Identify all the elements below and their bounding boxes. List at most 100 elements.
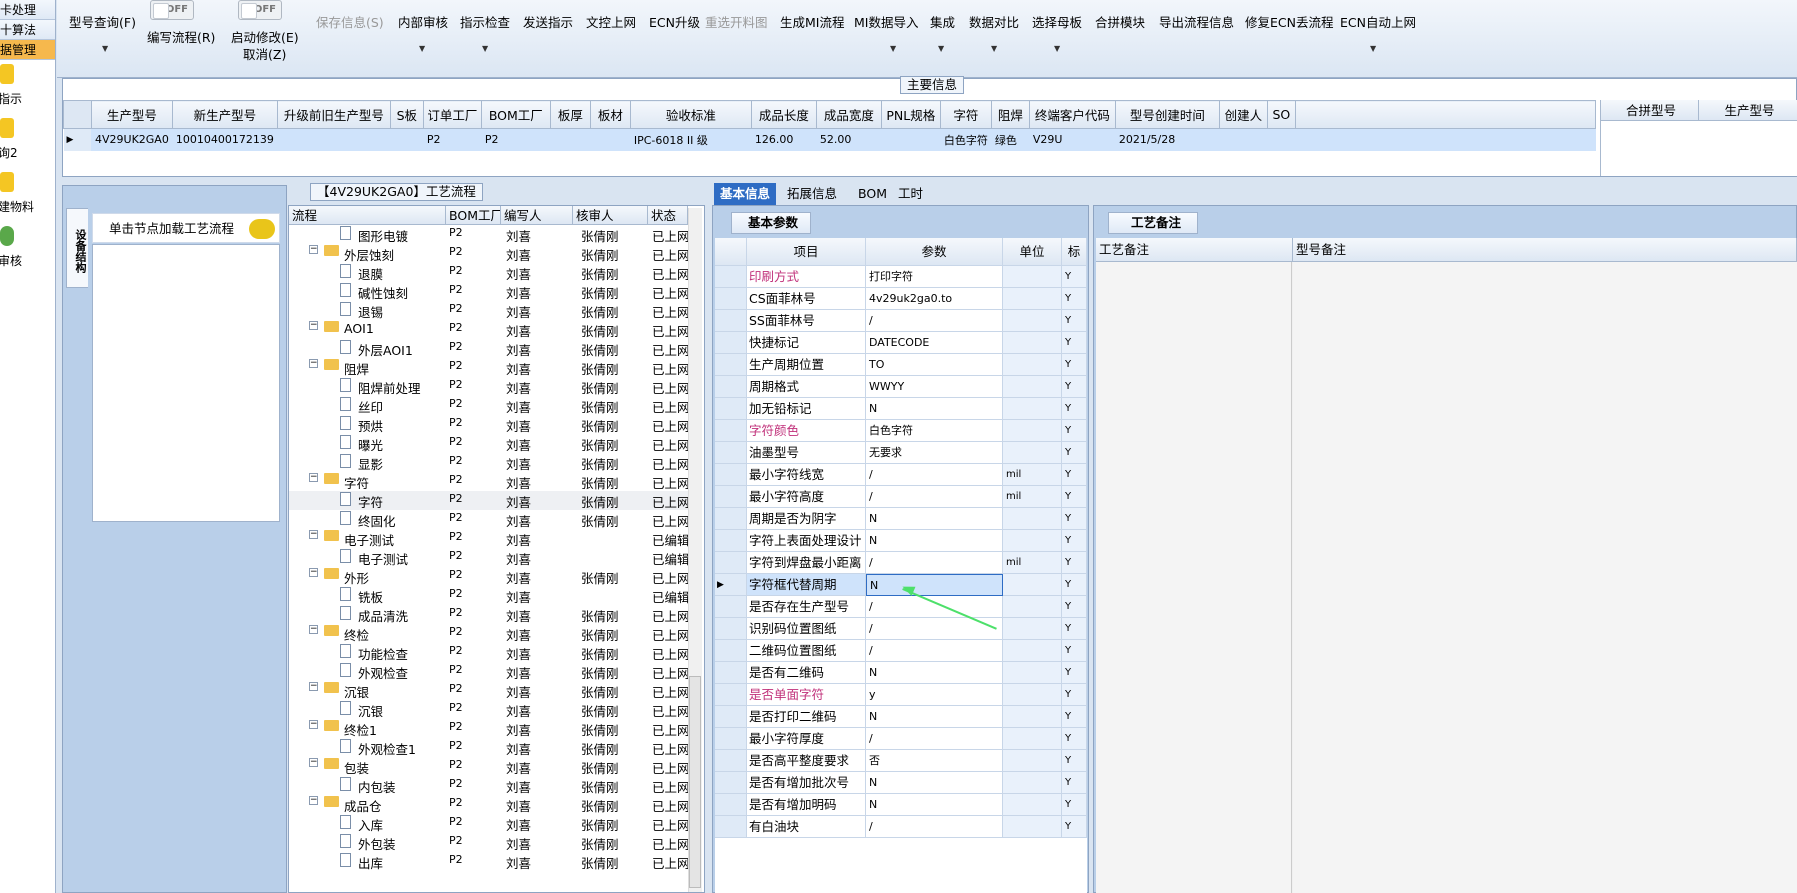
row-indicator[interactable] [715,750,747,772]
table-cell[interactable]: 4V29UK2GA0 [91,128,173,151]
row-indicator[interactable] [715,530,747,552]
column-header[interactable]: PNL规格 [880,100,941,129]
column-header[interactable]: 验收标准 [629,100,752,129]
table-cell[interactable]: 126.00 [751,128,817,151]
nav-item[interactable]: 十算法 [0,20,55,40]
column-header[interactable]: 订单工厂 [422,100,482,129]
row-indicator[interactable] [715,376,747,398]
table-row[interactable]: ▶ 4V29UK2GA0 10010400172139 P2 P2 IPC-60… [63,128,1596,151]
column-header[interactable]: 板厚 [549,100,591,129]
model-query-button[interactable]: 型号查询(F) [69,12,136,30]
column-header[interactable]: 创建人 [1218,100,1268,129]
tree-row[interactable]: 沉银 P2 刘喜 张倩刚 已上网 [289,700,690,719]
table-cell[interactable]: 白色字符 [940,128,992,151]
tab-bom[interactable]: BOM [852,183,893,205]
column-header[interactable]: 成品长度 [750,100,817,129]
column-header[interactable]: 板材 [589,100,631,129]
collapse-icon[interactable]: − [309,796,318,805]
row-indicator[interactable] [715,728,747,750]
row-indicator[interactable] [715,398,747,420]
model-remark-text[interactable] [1293,262,1797,893]
tree-row[interactable]: 外包装 P2 刘喜 张倩刚 已上网 [289,833,690,852]
column-header[interactable]: 新生产型号 [171,100,278,129]
tree-row[interactable]: − 成品仓 P2 刘喜 张倩刚 已上网 [289,795,690,814]
collapse-icon[interactable]: − [309,530,318,539]
tree-row[interactable]: 铣板 P2 刘喜 已编辑 [289,586,690,605]
column-header[interactable]: 升级前旧生产型号 [276,100,391,129]
param-value-input[interactable]: / [866,640,1003,662]
dropdown-arrow-icon[interactable]: ▼ [890,44,896,53]
row-indicator[interactable] [715,706,747,728]
table-cell[interactable]: 52.00 [816,128,882,151]
tree-row[interactable]: 外观检查 P2 刘喜 张倩刚 已上网 [289,662,690,681]
row-indicator[interactable] [715,266,747,288]
table-cell[interactable] [881,128,941,151]
row-indicator[interactable] [715,464,747,486]
select-mother-board-button[interactable]: 选择母板 [1032,12,1082,30]
internal-review-button[interactable]: 内部审核 [398,12,448,30]
table-cell[interactable]: P2 [423,128,482,151]
tree-row[interactable]: 退膜 P2 刘喜 张倩刚 已上网 [289,263,690,282]
column-header[interactable]: 流程 [289,206,446,225]
process-remarks-tab[interactable]: 工艺备注 [1108,212,1198,234]
start-modify-toggle[interactable]: OFF [238,0,282,20]
tree-row[interactable]: 曝光 P2 刘喜 张倩刚 已上网 [289,434,690,453]
param-value-input[interactable]: DATECODE [866,332,1003,354]
collapse-icon[interactable]: − [309,568,318,577]
param-value-input[interactable]: 4v29uk2ga0.to [866,288,1003,310]
param-value-input[interactable]: N [866,398,1003,420]
collapse-icon[interactable]: − [309,758,318,767]
column-header[interactable]: BOM工厂 [446,206,501,225]
tab-labor-time[interactable]: 工时 [892,183,929,205]
table-cell[interactable]: 10010400172139 [172,128,278,151]
param-value-input[interactable]: N [866,508,1003,530]
collapse-icon[interactable]: − [309,625,318,634]
tree-row[interactable]: 外观检查1 P2 刘喜 张倩刚 已上网 [289,738,690,757]
column-header[interactable]: 终端客户代码 [1028,100,1116,129]
ecn-auto-online-button[interactable]: ECN自动上网 [1340,12,1416,30]
param-value-input[interactable]: / [866,728,1003,750]
instruction-check-button[interactable]: 指示检查 [460,12,510,30]
row-indicator[interactable] [715,420,747,442]
column-header[interactable]: 阻焊 [990,100,1030,129]
column-header[interactable]: S板 [389,100,424,129]
param-value-input[interactable]: / [866,486,1003,508]
nav-item-indication[interactable]: 指示 [0,60,55,114]
table-cell[interactable]: IPC-6018 II 级 [630,128,752,151]
column-header[interactable]: 生产型号 [91,100,173,129]
tree-row[interactable]: 内包装 P2 刘喜 张倩刚 已上网 [289,776,690,795]
edit-flow-toggle[interactable]: OFF [150,0,194,20]
param-value-input[interactable]: N [866,794,1003,816]
row-indicator[interactable] [715,310,747,332]
row-indicator[interactable] [715,332,747,354]
param-value-input[interactable]: N [866,706,1003,728]
row-indicator[interactable] [715,640,747,662]
tree-row[interactable]: 预烘 P2 刘喜 张倩刚 已上网 [289,415,690,434]
tab-extended-info[interactable]: 拓展信息 [781,183,843,205]
table-cell[interactable] [590,128,631,151]
remark-column-header[interactable]: 型号备注 [1293,238,1797,262]
param-value-input[interactable]: y [866,684,1003,706]
row-indicator[interactable] [715,794,747,816]
param-value-input[interactable]: / [866,552,1003,574]
merge-module-button[interactable]: 合拼模块 [1095,12,1145,30]
tree-row[interactable]: 功能检查 P2 刘喜 张倩刚 已上网 [289,643,690,662]
mi-import-button[interactable]: MI数据导入 [854,12,918,30]
tree-row[interactable]: 图形电镀 P2 刘喜 张倩刚 已上网 [289,225,690,244]
dropdown-arrow-icon[interactable]: ▼ [991,44,997,53]
nav-item[interactable]: 卡处理 [0,0,55,20]
tree-row[interactable]: 丝印 P2 刘喜 张倩刚 已上网 [289,396,690,415]
tree-row[interactable]: 入库 P2 刘喜 张倩刚 已上网 [289,814,690,833]
param-value-input[interactable]: 无要求 [866,442,1003,464]
collapse-icon[interactable]: − [309,720,318,729]
table-cell[interactable] [1219,128,1268,151]
row-indicator[interactable] [715,596,747,618]
param-value-input[interactable]: / [866,464,1003,486]
column-header[interactable]: 单位 [1003,238,1062,266]
tree-row[interactable]: 终固化 P2 刘喜 张倩刚 已上网 [289,510,690,529]
tree-row[interactable]: − 阻焊 P2 刘喜 张倩刚 已上网 [289,358,690,377]
tree-row[interactable]: − 电子测试 P2 刘喜 已编辑 [289,529,690,548]
merge-column-header[interactable]: 生产型号 [1699,100,1797,121]
reselect-cut-button[interactable]: 重选开料图 [705,12,768,30]
nav-item-material[interactable]: 建物料 [0,168,55,222]
